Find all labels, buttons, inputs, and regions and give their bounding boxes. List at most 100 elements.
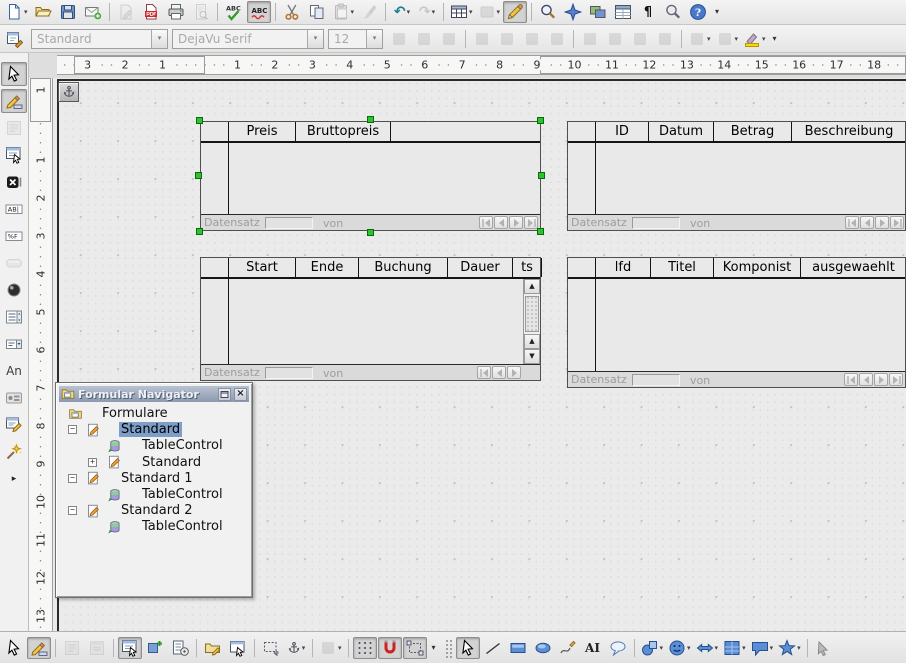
next-record-button[interactable]: [875, 216, 889, 229]
close-button[interactable]: ×: [234, 388, 247, 401]
auto-spellcheck-button[interactable]: ABC: [247, 1, 271, 23]
control-properties-button[interactable]: [60, 637, 84, 659]
export-pdf-button[interactable]: [139, 1, 163, 23]
selection-handle[interactable]: [195, 172, 202, 179]
collapse-expander[interactable]: −: [68, 474, 77, 483]
format-paintbrush-button[interactable]: [357, 1, 381, 23]
control-properties-button[interactable]: [1, 116, 27, 140]
record-selector-column[interactable]: [568, 279, 596, 371]
save-button[interactable]: [56, 1, 80, 23]
send-email-button[interactable]: [81, 1, 105, 23]
toolbar-grip[interactable]: [444, 638, 452, 658]
insert-table-button[interactable]: ▾: [448, 1, 475, 23]
design-mode-button[interactable]: [1, 89, 27, 113]
column-header[interactable]: ID: [596, 122, 649, 141]
rectangle-button[interactable]: [506, 637, 530, 659]
option-button-button[interactable]: [1, 278, 27, 302]
scrollbar-thumb[interactable]: [525, 296, 539, 332]
prev-record-button[interactable]: [494, 216, 508, 229]
selection-handle[interactable]: [367, 116, 374, 123]
table-body[interactable]: [201, 143, 540, 214]
record-number-field[interactable]: [265, 217, 313, 229]
form-design-button[interactable]: [1, 413, 27, 437]
bold-button[interactable]: [387, 28, 411, 50]
tree-item-formulare[interactable]: Formulare: [100, 406, 170, 421]
last-record-button[interactable]: [890, 216, 904, 229]
redo-button[interactable]: ↷▾: [415, 1, 439, 23]
tree-item-standard-1[interactable]: Standard 1: [119, 471, 195, 486]
selection-handle[interactable]: [537, 228, 544, 235]
toolbar-options-button[interactable]: ▾: [711, 1, 723, 23]
highlighting-button[interactable]: ▾: [714, 28, 741, 50]
symbol-shapes-button[interactable]: ▾: [666, 637, 693, 659]
column-header[interactable]: Betrag: [714, 122, 792, 141]
italic-button[interactable]: [412, 28, 436, 50]
combo-dropdown-icon[interactable]: ▾: [151, 30, 167, 48]
text-box-button[interactable]: AB|: [1, 197, 27, 221]
next-record-button[interactable]: [507, 366, 521, 379]
scroll-up-button[interactable]: ▲: [524, 279, 540, 294]
record-selector-header[interactable]: [568, 122, 596, 141]
selection-handle[interactable]: [537, 117, 544, 124]
first-record-button[interactable]: [845, 216, 859, 229]
text-button[interactable]: AI: [581, 637, 605, 659]
column-header[interactable]: Dauer: [448, 258, 513, 277]
align-right-button[interactable]: [520, 28, 544, 50]
last-record-button[interactable]: [524, 216, 538, 229]
cut-button[interactable]: [280, 1, 304, 23]
formatted-field-button[interactable]: %F: [1, 224, 27, 248]
find-replace-button[interactable]: [536, 1, 560, 23]
column-header[interactable]: ts: [513, 258, 542, 277]
print-button[interactable]: [164, 1, 188, 23]
selection-handle[interactable]: [196, 228, 203, 235]
last-record-button[interactable]: [889, 373, 903, 386]
toolbar-extension-button[interactable]: ▸: [1, 467, 27, 491]
page-preview-button[interactable]: [189, 1, 213, 23]
anchor-marker[interactable]: [58, 82, 79, 102]
record-selector-header[interactable]: [201, 122, 229, 141]
record-number-field[interactable]: [632, 217, 680, 229]
tree-item-tablecontrol[interactable]: TableControl: [140, 438, 225, 453]
combo-dropdown-icon[interactable]: ▾: [366, 30, 382, 48]
increase-indent-button[interactable]: [653, 28, 677, 50]
undo-button[interactable]: ↶▾: [390, 1, 414, 23]
next-record-button[interactable]: [509, 216, 523, 229]
navigator-button[interactable]: [561, 1, 585, 23]
styles-window-button[interactable]: [3, 28, 27, 50]
zoom-button[interactable]: [661, 1, 685, 23]
column-header[interactable]: Titel: [651, 258, 714, 277]
record-selector-column[interactable]: [568, 143, 596, 214]
selection-handle[interactable]: [367, 229, 374, 236]
nonprinting-characters-button[interactable]: ¶: [636, 1, 660, 23]
collapse-expander[interactable]: −: [68, 425, 77, 434]
paste-button[interactable]: ▾: [330, 1, 357, 23]
open-button[interactable]: [31, 1, 55, 23]
first-record-button[interactable]: [479, 216, 493, 229]
record-number-field[interactable]: [632, 374, 680, 386]
collapse-expander[interactable]: −: [68, 506, 77, 515]
decrease-indent-button[interactable]: [628, 28, 652, 50]
draw-functions-button[interactable]: [503, 1, 527, 23]
toolbar-options-button[interactable]: ▾: [428, 637, 440, 659]
column-header[interactable]: Preis: [229, 122, 296, 141]
align-button[interactable]: ▾: [317, 637, 344, 659]
automatic-control-focus-button[interactable]: [226, 637, 250, 659]
record-selector-header[interactable]: [201, 258, 229, 277]
prev-record-button[interactable]: [859, 373, 873, 386]
align-left-button[interactable]: [470, 28, 494, 50]
combo-box-button[interactable]: [1, 332, 27, 356]
tree-item-standard-2[interactable]: Standard 2: [119, 503, 195, 518]
flowchart-button[interactable]: ▾: [721, 637, 748, 659]
position-size-button[interactable]: [259, 637, 283, 659]
table-control-titel[interactable]: lfdTitelKomponistausgewaehltDatensatzvon: [567, 257, 906, 388]
form-navigator-button[interactable]: [118, 637, 142, 659]
column-header[interactable]: ausgewaehlt: [801, 258, 906, 277]
font-name-combo[interactable]: DejaVu Serif ▾: [172, 29, 324, 49]
first-record-button[interactable]: [844, 373, 858, 386]
open-in-design-mode-button[interactable]: [201, 637, 225, 659]
justify-button[interactable]: [545, 28, 569, 50]
push-button-button[interactable]: [1, 251, 27, 275]
check-box-button[interactable]: [1, 170, 27, 194]
tree-item-tablecontrol[interactable]: TableControl: [140, 519, 225, 534]
font-color-button[interactable]: ▾: [686, 28, 713, 50]
